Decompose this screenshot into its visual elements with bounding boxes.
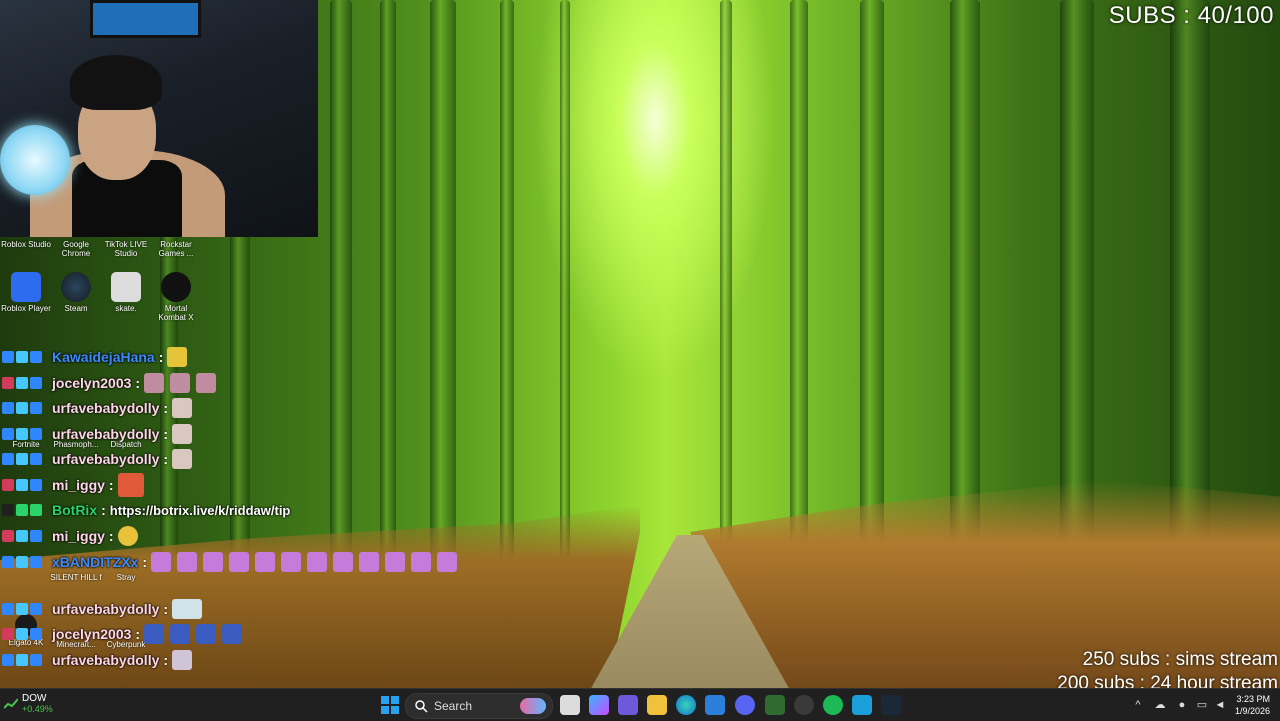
webcam-overlay <box>0 0 318 237</box>
obs-icon[interactable] <box>794 695 814 715</box>
roblox-icon <box>11 272 41 302</box>
taskbar-search-box[interactable]: Search <box>405 693 553 719</box>
desktop-icon-steam[interactable]: Steam <box>50 272 102 313</box>
chat-message: xBANDITZXx: <box>0 550 463 574</box>
icon-label: Rockstar Games ... <box>158 240 194 258</box>
teams-icon[interactable] <box>618 695 638 715</box>
chat-badges <box>2 428 52 440</box>
stock-widget[interactable]: DOW +0.49% <box>4 693 53 714</box>
mortal-kombat-icon <box>161 272 191 302</box>
desktop-icon-silent-hill[interactable]: SILENT HILL f <box>50 573 102 582</box>
chat-username: urfavebabydolly <box>52 400 160 416</box>
search-label: Search <box>434 699 473 713</box>
chat-badges <box>2 479 52 491</box>
stock-chart-icon <box>4 697 18 709</box>
icon-label: Google Chrome <box>61 240 91 258</box>
chat-username: jocelyn2003 <box>52 375 132 391</box>
chat-username: urfavebabydolly <box>52 652 160 668</box>
copilot-icon[interactable] <box>589 695 609 715</box>
chat-badges <box>2 504 52 516</box>
icon-label: SILENT HILL f <box>50 573 102 582</box>
microsoft-store-icon[interactable] <box>705 695 725 715</box>
chat-message: urfavebabydolly: <box>0 396 198 420</box>
taskbar-clock[interactable]: 3:23 PM 1/9/2026 <box>1235 693 1270 717</box>
chat-username: xBANDITZXx <box>52 554 139 570</box>
task-view-icon[interactable] <box>560 695 580 715</box>
sub-goal: 250 subs : sims stream <box>1082 649 1278 670</box>
chat-badges <box>2 654 52 666</box>
icon-label: Steam <box>64 304 88 313</box>
skate-icon <box>111 272 141 302</box>
desktop-icon-roblox-player[interactable]: Roblox Player <box>0 272 52 313</box>
chat-message: mi_iggy: <box>0 524 144 548</box>
icon-label: skate. <box>115 304 137 313</box>
chat-badges <box>2 603 52 615</box>
chat-message: urfavebabydolly: <box>0 597 208 621</box>
chat-username: mi_iggy <box>52 528 105 544</box>
cloud-icon[interactable]: ☁ <box>1154 699 1166 711</box>
icon-label: Stray <box>116 573 136 582</box>
steam-icon <box>61 272 91 302</box>
chat-message: KawaidejaHana: <box>0 345 193 369</box>
chat-badges <box>2 402 52 414</box>
desktop-icon-roblox-studio[interactable]: Roblox Studio <box>0 240 52 249</box>
clock-time: 3:23 PM <box>1236 694 1270 704</box>
desktop-icon-mortal-kombat[interactable]: Mortal Kombat X <box>150 272 202 322</box>
chevron-up-icon[interactable]: ^ <box>1132 699 1144 711</box>
chat-username: urfavebabydolly <box>52 426 160 442</box>
chat-badges <box>2 628 52 640</box>
chat-message: urfavebabydolly: <box>0 422 198 446</box>
chat-message: BotRix: https://botrix.live/k/riddaw/tip <box>0 498 290 522</box>
desktop-icon-google-chrome[interactable]: Google Chrome <box>50 240 102 258</box>
search-icon <box>415 700 428 713</box>
chat-message: jocelyn2003: <box>0 622 248 646</box>
search-highlight-icon <box>520 698 546 714</box>
subs-counter: SUBS : 40/100 <box>1108 2 1274 29</box>
chat-message: jocelyn2003: <box>0 371 222 395</box>
clock-date: 1/9/2026 <box>1234 706 1270 716</box>
desktop-icon-rockstar[interactable]: Rockstar Games ... <box>150 240 202 258</box>
chat-text: https://botrix.live/k/riddaw/tip <box>109 502 291 518</box>
file-explorer-icon[interactable] <box>647 695 667 715</box>
steam-taskbar-icon[interactable] <box>881 695 901 715</box>
chat-username: KawaidejaHana <box>52 349 155 365</box>
discord-icon[interactable] <box>735 695 755 715</box>
chat-badges <box>2 377 52 389</box>
microphone <box>0 125 70 195</box>
stock-name: DOW <box>22 693 47 704</box>
volume-icon[interactable]: ◄ <box>1214 699 1226 711</box>
spotify-icon[interactable] <box>823 695 843 715</box>
chat-username: urfavebabydolly <box>52 601 160 617</box>
chat-username: mi_iggy <box>52 477 105 493</box>
chat-badges <box>2 453 52 465</box>
chat-badges <box>2 556 52 568</box>
chat-message: urfavebabydolly: <box>0 447 198 471</box>
chat-message: mi_iggy: <box>0 473 150 497</box>
chat-message: urfavebabydolly: <box>0 648 198 672</box>
chat-badges <box>2 351 52 363</box>
icon-label: Roblox Studio <box>1 240 51 249</box>
taskbar: DOW +0.49% Search ^ ☁ ● ▭ ◄ 3:23 PM 1/9/… <box>0 688 1280 721</box>
stock-change: +0.49% <box>22 704 53 714</box>
app-icon[interactable] <box>765 695 785 715</box>
icon-label: Mortal Kombat X <box>158 304 194 322</box>
photos-icon[interactable] <box>852 695 872 715</box>
chat-username: BotRix <box>52 502 98 518</box>
chat-username: urfavebabydolly <box>52 451 160 467</box>
desktop-icon-skate[interactable]: skate. <box>100 272 152 313</box>
chat-badges <box>2 530 52 542</box>
icon-label: TikTok LIVE Studio <box>104 240 148 258</box>
microphone-icon[interactable]: ● <box>1176 699 1188 711</box>
desktop-icon-tiktok-live[interactable]: TikTok LIVE Studio <box>100 240 152 258</box>
windows-start-icon[interactable] <box>380 695 400 715</box>
desktop-icon-stray[interactable]: Stray <box>100 573 152 582</box>
edge-icon[interactable] <box>676 695 696 715</box>
network-icon[interactable]: ▭ <box>1196 699 1208 711</box>
chat-username: jocelyn2003 <box>52 626 132 642</box>
icon-label: Roblox Player <box>1 304 51 313</box>
